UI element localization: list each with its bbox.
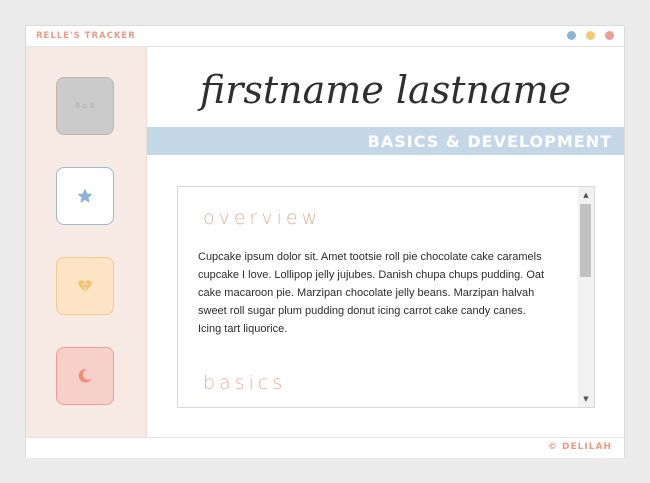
title-bar: RELLE'S TRACKER bbox=[26, 26, 624, 47]
moon-icon bbox=[78, 369, 92, 383]
blue-dot-button[interactable] bbox=[567, 31, 576, 40]
content-panel[interactable]: overview Cupcake ipsum dolor sit. Amet t… bbox=[177, 186, 595, 408]
sidebar-item-moon[interactable] bbox=[56, 347, 114, 405]
banner-title: BASICS & DEVELOPMENT bbox=[367, 132, 612, 151]
credit-link[interactable]: © DELILAH bbox=[548, 442, 612, 452]
basics-heading: basics bbox=[203, 372, 287, 394]
grid-icon: ⠿ ▫ ⠿ bbox=[75, 102, 95, 110]
vertical-scrollbar[interactable]: ▲ ▼ bbox=[578, 187, 594, 407]
footer: © DELILAH bbox=[26, 437, 624, 458]
tracker-window: RELLE'S TRACKER ⠿ ▫ ⠿ firstname lastname bbox=[25, 25, 625, 458]
scroll-up-arrow-icon[interactable]: ▲ bbox=[578, 187, 594, 203]
profile-name: firstname lastname bbox=[199, 68, 572, 112]
overview-text: Cupcake ipsum dolor sit. Amet tootsie ro… bbox=[198, 251, 545, 335]
section-banner: BASICS & DEVELOPMENT bbox=[147, 127, 624, 155]
sidebar: ⠿ ▫ ⠿ bbox=[26, 47, 147, 437]
overview-heading: overview bbox=[203, 207, 322, 229]
red-dot-button[interactable] bbox=[605, 31, 614, 40]
yellow-dot-button[interactable] bbox=[586, 31, 595, 40]
scroll-down-arrow-icon[interactable]: ▼ bbox=[578, 391, 594, 407]
heart-gem-icon bbox=[78, 280, 92, 292]
sidebar-item-star[interactable] bbox=[56, 167, 114, 225]
scroll-thumb[interactable] bbox=[580, 204, 591, 277]
sidebar-item-grid[interactable]: ⠿ ▫ ⠿ bbox=[56, 77, 114, 135]
sidebar-item-heart[interactable] bbox=[56, 257, 114, 315]
star-icon bbox=[77, 188, 93, 203]
app-title: RELLE'S TRACKER bbox=[36, 31, 136, 41]
